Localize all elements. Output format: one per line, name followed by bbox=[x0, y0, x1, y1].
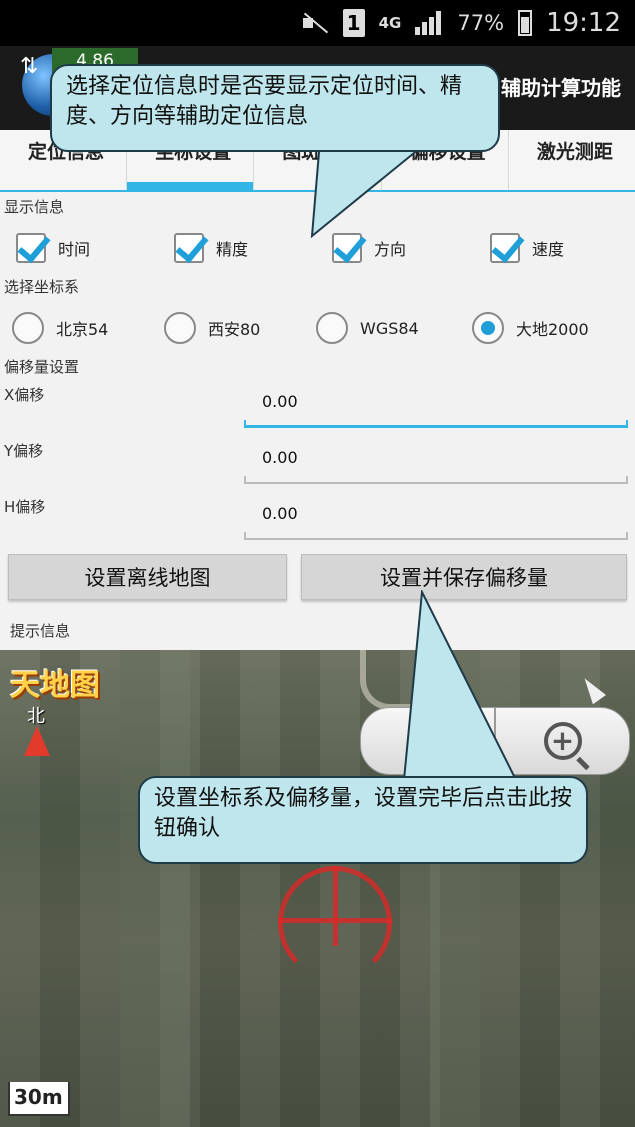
option-label: 速度 bbox=[532, 240, 565, 259]
clock: 19:12 bbox=[546, 8, 621, 38]
x-offset-label: X偏移 bbox=[4, 386, 45, 404]
checkbox-checked-icon[interactable] bbox=[174, 233, 204, 263]
battery-icon bbox=[518, 10, 533, 36]
radio-selected-icon[interactable] bbox=[472, 312, 504, 344]
tab-label: 激光测距 bbox=[536, 141, 613, 163]
checkbox-speed[interactable]: 速度 bbox=[490, 226, 564, 270]
mute-icon bbox=[301, 12, 329, 34]
y-offset-label: Y偏移 bbox=[4, 442, 44, 460]
option-label: WGS84 bbox=[360, 318, 419, 338]
option-label: 西安80 bbox=[208, 320, 261, 339]
radio-icon[interactable] bbox=[164, 312, 196, 344]
callout-top-tail bbox=[310, 140, 432, 239]
tianditu-logo: 天地图 bbox=[10, 668, 100, 703]
radio-xian80[interactable]: 西安80 bbox=[164, 306, 260, 350]
h-offset-input[interactable] bbox=[246, 496, 628, 530]
compass-needle-icon bbox=[577, 673, 607, 705]
option-label: 大地2000 bbox=[516, 320, 589, 339]
checkbox-precision[interactable]: 精度 bbox=[174, 226, 248, 270]
checkbox-checked-icon[interactable] bbox=[490, 233, 520, 263]
north-label: 北 bbox=[27, 706, 45, 727]
action-bar-title: 辅助计算功能 bbox=[501, 76, 621, 100]
radio-beijing54[interactable]: 北京54 bbox=[12, 306, 108, 350]
crosshair-line bbox=[333, 866, 338, 946]
radio-icon[interactable] bbox=[316, 312, 348, 344]
option-label: 时间 bbox=[58, 240, 91, 259]
h-offset-label: H偏移 bbox=[4, 498, 46, 516]
checkbox-time[interactable]: 时间 bbox=[16, 226, 90, 270]
radio-wgs84[interactable]: WGS84 bbox=[316, 306, 419, 350]
h-offset-row: H偏移 bbox=[0, 486, 635, 540]
y-offset-input[interactable] bbox=[246, 440, 628, 474]
network-type-label: 4G bbox=[378, 14, 402, 32]
set-offline-map-button[interactable]: 设置离线地图 bbox=[8, 554, 287, 600]
tab-laser-ranging[interactable]: 激光测距 bbox=[509, 130, 635, 190]
north-arrow-icon bbox=[24, 726, 50, 756]
status-bar: 1 4G 77% 19:12 bbox=[0, 0, 635, 46]
x-offset-input[interactable] bbox=[246, 384, 628, 418]
x-offset-row: X偏移 bbox=[0, 374, 635, 428]
input-underline bbox=[244, 532, 628, 540]
map-scale: 30m bbox=[8, 1082, 70, 1116]
callout-bottom: 设置坐标系及偏移量，设置完毕后点击此按钮确认 bbox=[138, 776, 588, 864]
callout-bottom-tail bbox=[402, 590, 518, 781]
coord-system-label: 选择坐标系 bbox=[4, 278, 80, 296]
zoom-in-icon: + bbox=[543, 722, 582, 760]
display-info-label: 显示信息 bbox=[4, 198, 65, 216]
map-field-strip bbox=[120, 650, 190, 1127]
coord-system-options: 北京54 西安80 WGS84 大地2000 bbox=[0, 306, 635, 356]
option-label: 北京54 bbox=[56, 320, 109, 339]
option-label: 精度 bbox=[216, 240, 249, 259]
signal-icon bbox=[415, 11, 443, 35]
sync-icon: ⇅ bbox=[20, 54, 39, 79]
radio-cgcs2000[interactable]: 大地2000 bbox=[472, 306, 589, 350]
checkbox-checked-icon[interactable] bbox=[16, 233, 46, 263]
input-underline bbox=[244, 420, 628, 428]
sim-slot-icon: 1 bbox=[342, 9, 365, 37]
y-offset-row: Y偏移 bbox=[0, 430, 635, 484]
input-underline bbox=[244, 476, 628, 484]
callout-top: 选择定位信息时是否要显示定位时间、精度、方向等辅助定位信息 bbox=[50, 64, 500, 152]
battery-percent: 77% bbox=[457, 11, 505, 35]
hint-label: 提示信息 bbox=[10, 622, 71, 640]
radio-icon[interactable] bbox=[12, 312, 44, 344]
